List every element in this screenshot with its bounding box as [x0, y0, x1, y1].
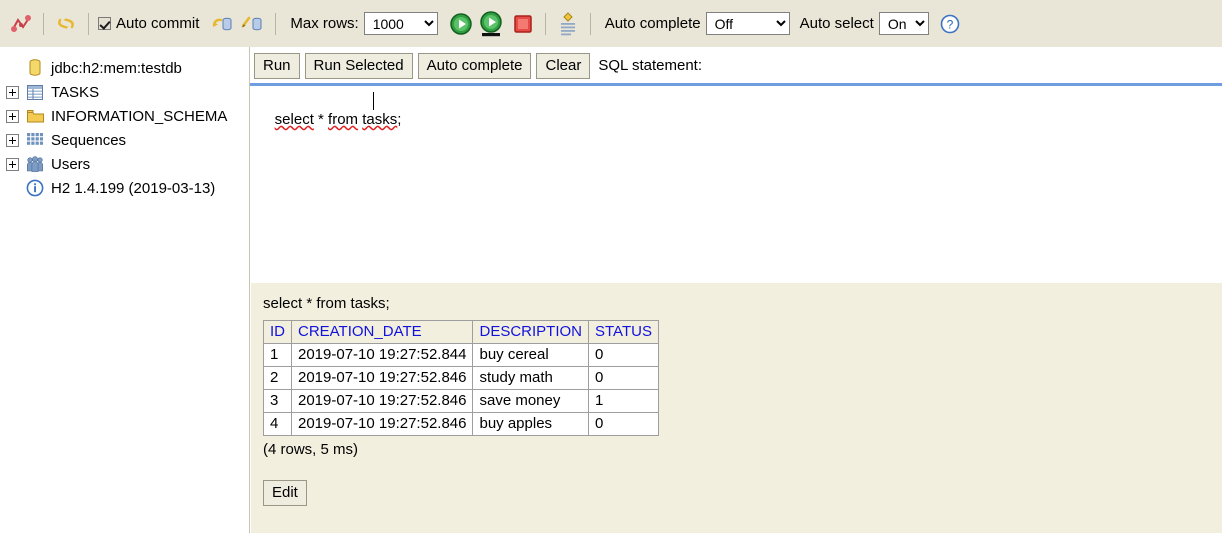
table-row[interactable]: 1 2019-07-10 19:27:52.844 buy cereal 0 [263, 343, 659, 367]
tree-expand-toggle[interactable] [6, 133, 19, 147]
tree-item-information-schema[interactable]: INFORMATION_SCHEMA [0, 104, 250, 128]
run-selected-button[interactable]: Run Selected [304, 52, 413, 79]
stop-icon[interactable] [510, 11, 536, 37]
cell-creation-date: 2019-07-10 19:27:52.846 [290, 366, 474, 390]
tree-item-sequences[interactable]: Sequences [0, 128, 250, 152]
max-rows-select[interactable]: 1000 [363, 12, 438, 35]
cell-description: save money [472, 389, 589, 413]
cell-description: buy apples [472, 412, 589, 436]
table-icon [26, 83, 44, 101]
tree-label: TASKS [51, 83, 100, 101]
tree-label: Users [51, 155, 91, 173]
result-status: (4 rows, 5 ms) [263, 441, 359, 458]
tree-item-version[interactable]: H2 1.4.199 (2019-03-13) [0, 176, 250, 200]
cell-status: 0 [588, 412, 659, 436]
table-row[interactable]: 2 2019-07-10 19:27:52.846 study math 0 [263, 366, 659, 390]
run-selected-icon[interactable] [478, 10, 504, 37]
column-header-description[interactable]: DESCRIPTION [472, 320, 589, 344]
column-header-id[interactable]: ID [263, 320, 292, 344]
cell-id: 4 [263, 412, 292, 436]
auto-commit-checkbox[interactable] [98, 17, 111, 30]
help-icon[interactable]: ? [937, 11, 963, 37]
table-header-row: ID CREATION_DATE DESCRIPTION STATUS [263, 320, 659, 344]
info-icon [26, 179, 44, 197]
sql-main-pane: Run Run Selected Auto complete Clear SQL… [250, 47, 1222, 533]
toolbar-separator [275, 12, 277, 35]
table-row[interactable]: 3 2019-07-10 19:27:52.846 save money 1 [263, 389, 659, 413]
run-button[interactable]: Run [254, 52, 300, 79]
clear-button[interactable]: Clear [536, 52, 591, 79]
tree-expand-toggle[interactable] [6, 85, 19, 99]
auto-complete-label: Auto complete [604, 15, 701, 32]
edit-button[interactable]: Edit [263, 480, 307, 506]
cell-id: 3 [263, 389, 292, 413]
cell-creation-date: 2019-07-10 19:27:52.846 [290, 389, 474, 413]
sql-button-bar: Run Run Selected Auto complete Clear SQL… [250, 47, 702, 84]
cell-creation-date: 2019-07-10 19:27:52.846 [290, 412, 474, 436]
tree-label: INFORMATION_SCHEMA [51, 107, 228, 125]
cell-creation-date: 2019-07-10 19:27:52.844 [290, 343, 474, 367]
max-rows-label: Max rows: [290, 15, 359, 32]
run-icon[interactable] [448, 11, 474, 37]
refresh-icon[interactable] [53, 11, 79, 37]
tree-item-tasks[interactable]: TASKS [0, 80, 250, 104]
folder-icon [26, 107, 44, 125]
result-panel: select * from tasks; ID CREATION_DATE DE… [251, 283, 1222, 533]
column-header-creation-date[interactable]: CREATION_DATE [290, 320, 474, 344]
toolbar-separator [544, 12, 546, 35]
tree-expand-toggle[interactable] [6, 109, 19, 123]
auto-select-select[interactable]: On [878, 12, 929, 35]
rollback-icon[interactable] [240, 11, 266, 37]
cell-id: 1 [263, 343, 292, 367]
auto-commit-label: Auto commit [116, 15, 200, 32]
text-caret [373, 92, 374, 110]
svg-text:?: ? [946, 17, 953, 31]
disconnect-icon[interactable] [8, 11, 34, 37]
result-table: ID CREATION_DATE DESCRIPTION STATUS 1 20… [263, 320, 659, 436]
tree-label: Sequences [51, 131, 127, 149]
cell-status: 0 [588, 343, 659, 367]
table-row[interactable]: 4 2019-07-10 19:27:52.846 buy apples 0 [263, 412, 659, 436]
sql-input[interactable] [250, 83, 1222, 282]
sql-statement-label: SQL statement: [598, 57, 703, 74]
auto-complete-select[interactable]: Off [705, 12, 790, 35]
tree-label: H2 1.4.199 (2019-03-13) [51, 179, 216, 197]
column-header-status[interactable]: STATUS [588, 320, 659, 344]
sequences-icon [26, 131, 44, 149]
users-icon [26, 155, 44, 173]
cell-status: 0 [588, 366, 659, 390]
tree-label: jdbc:h2:mem:testdb [51, 59, 182, 77]
auto-commit-toggle[interactable]: Auto commit [98, 15, 204, 32]
tree-item-database[interactable]: jdbc:h2:mem:testdb [0, 56, 250, 80]
cell-id: 2 [263, 366, 292, 390]
toolbar-separator [88, 12, 89, 35]
toolbar-separator [43, 12, 44, 35]
cell-status: 1 [588, 389, 659, 413]
auto-select-label: Auto select [799, 15, 874, 32]
toolbar-separator [589, 12, 591, 35]
tree-item-users[interactable]: Users [0, 152, 250, 176]
commit-icon[interactable] [210, 11, 236, 37]
top-toolbar: Auto commit Max rows: 1000 Auto complete… [0, 0, 1222, 47]
tree-expand-toggle[interactable] [6, 157, 19, 171]
auto-complete-button[interactable]: Auto complete [417, 52, 532, 79]
database-icon [26, 59, 44, 77]
cell-description: study math [472, 366, 589, 390]
result-query-echo: select * from tasks; [263, 295, 390, 312]
database-tree-panel: jdbc:h2:mem:testdb TASKS INFORMATION_SCH… [0, 47, 250, 533]
sql-history-icon[interactable] [555, 11, 581, 37]
cell-description: buy cereal [472, 343, 589, 367]
